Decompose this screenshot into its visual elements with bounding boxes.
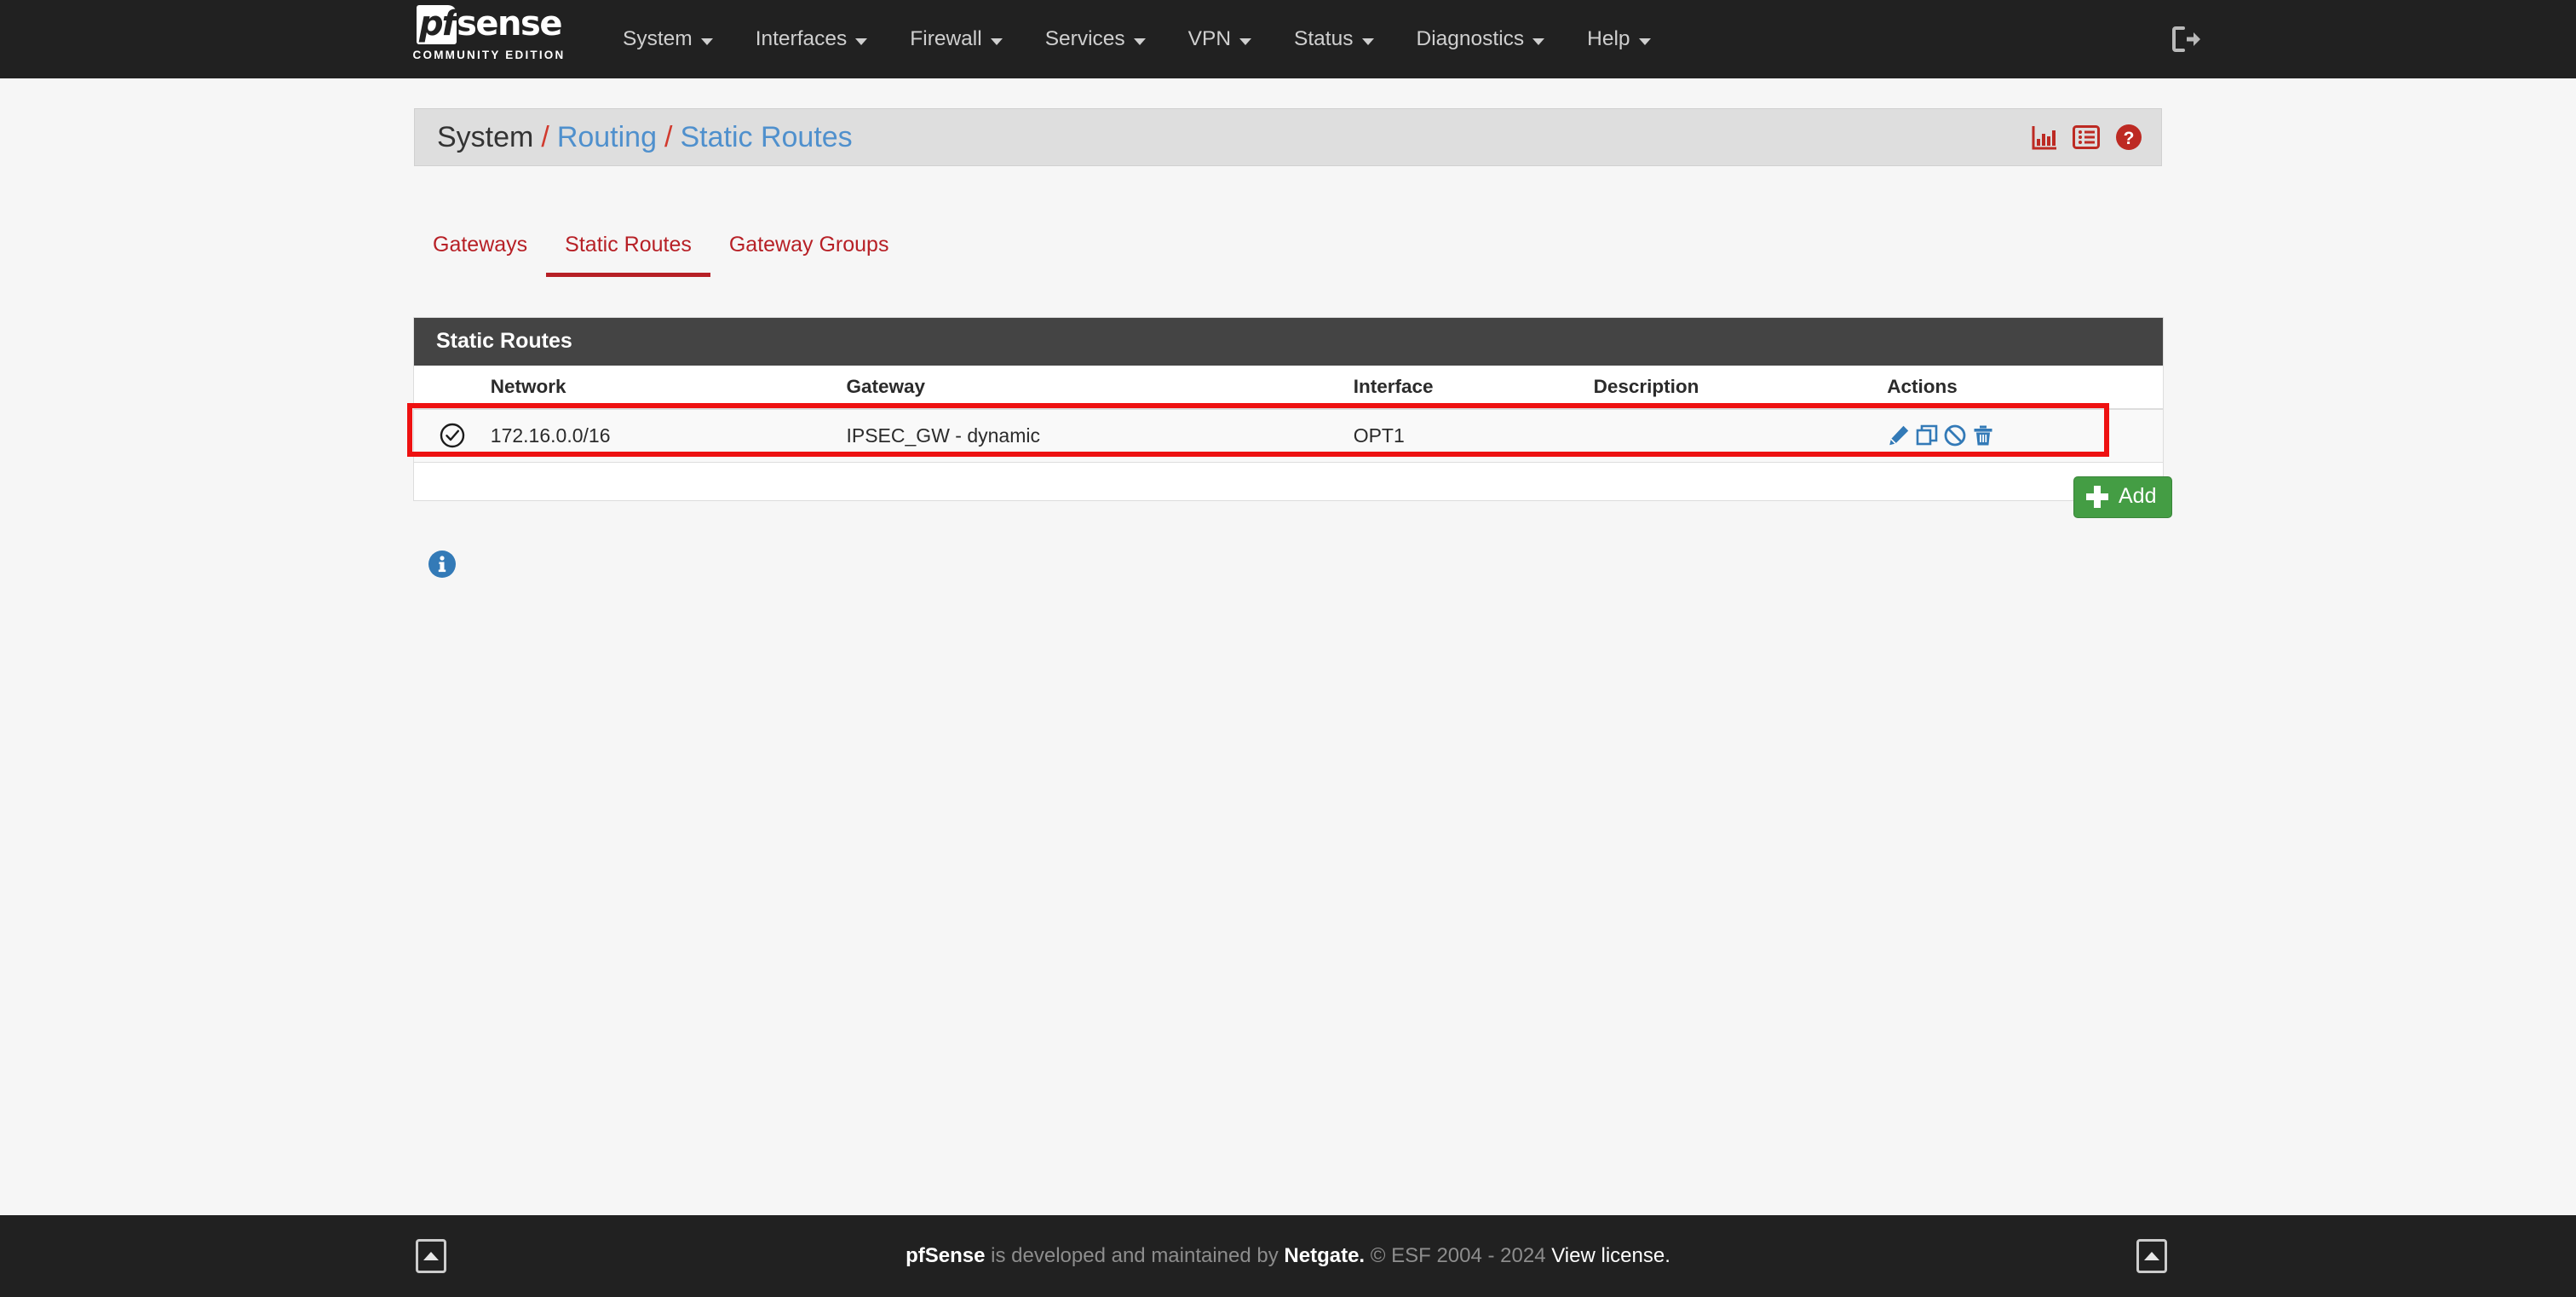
chevron-down-icon [855,38,867,45]
delete-route-icon[interactable] [1971,424,1995,447]
logout-button[interactable] [2172,0,2201,78]
breadcrumb-action-icons: ? [2032,124,2142,151]
top-navbar: pf sense COMMUNITY EDITION System Interf… [0,0,2576,78]
copy-route-icon[interactable] [1915,424,1939,447]
route-gateway-cell: IPSEC_GW - dynamic [846,409,1353,463]
route-network-cell: 172.16.0.0/16 [491,409,847,463]
footer-text: pfSense is developed and maintained by N… [906,1244,1670,1268]
breadcrumb-root: System [437,121,533,154]
footer-middle-text: is developed and maintained by [986,1244,1285,1267]
add-button-label: Add [2119,484,2156,509]
brand-logo-mark: pf sense [417,5,561,46]
chevron-down-icon [1532,38,1544,45]
scroll-top-right-button[interactable] [2136,1239,2167,1273]
nav-item-status[interactable]: Status [1273,0,1394,78]
breadcrumb-separator: / [664,121,672,154]
scroll-top-icon [2144,1252,2159,1260]
static-routes-panel: Static Routes Network Gateway Interface … [413,317,2164,501]
svg-text:?: ? [2124,129,2135,148]
breadcrumb-separator: / [541,121,549,154]
breadcrumb: System / Routing / Static Routes [437,121,853,154]
nav-item-services[interactable]: Services [1024,0,1167,78]
column-header-interface: Interface [1354,366,1594,409]
nav-item-label: System [623,27,693,51]
scroll-top-left-button[interactable] [416,1239,446,1273]
page-footer: pfSense is developed and maintained by N… [0,1215,2576,1297]
info-circle-icon [428,550,457,579]
tab-bar: Gateways Static Routes Gateway Groups [414,217,907,277]
list-table-icon[interactable] [2073,124,2100,150]
column-header-spacer [2109,366,2163,409]
panel-title: Static Routes [414,318,2163,366]
chevron-down-icon [701,38,713,45]
tab-label: Gateway Groups [729,233,889,257]
breadcrumb-link-routing[interactable]: Routing [557,121,657,154]
table-header-row: Network Gateway Interface Description Ac… [414,366,2163,409]
check-circle-icon [440,423,465,445]
panel-footer [414,463,2163,500]
route-state-cell [414,409,491,463]
nav-item-diagnostics[interactable]: Diagnostics [1395,0,1567,78]
table-row[interactable]: 172.16.0.0/16 IPSEC_GW - dynamic OPT1 [414,409,2163,463]
disable-route-icon[interactable] [1943,424,1967,447]
nav-item-label: Status [1294,27,1353,51]
route-actions-cell [1887,409,2109,463]
tab-label: Gateways [433,233,527,257]
navbar-menu: System Interfaces Firewall Services VPN … [601,0,1672,78]
column-header-state [414,366,491,409]
chevron-down-icon [991,38,1003,45]
route-spacer-cell [2109,409,2163,463]
tab-label: Static Routes [565,233,692,257]
nav-item-help[interactable]: Help [1566,0,1671,78]
route-interface-cell: OPT1 [1354,409,1594,463]
nav-item-label: VPN [1188,27,1231,51]
chevron-down-icon [1134,38,1146,45]
info-note[interactable] [428,550,457,579]
nav-item-interfaces[interactable]: Interfaces [734,0,889,78]
footer-copyright: © ESF 2004 - 2024 [1365,1244,1551,1267]
nav-item-label: Diagnostics [1417,27,1525,51]
nav-item-label: Services [1045,27,1125,51]
nav-item-vpn[interactable]: VPN [1167,0,1273,78]
tab-gateways[interactable]: Gateways [414,233,546,277]
breadcrumb-link-static-routes[interactable]: Static Routes [680,121,852,154]
stats-chart-icon[interactable] [2032,124,2057,150]
nav-item-system[interactable]: System [601,0,734,78]
tab-gateway-groups[interactable]: Gateway Groups [710,233,908,277]
edit-route-icon[interactable] [1887,424,1911,447]
pfsense-logo[interactable]: pf sense COMMUNITY EDITION [404,5,574,61]
chevron-down-icon [1639,38,1651,45]
nav-item-label: Help [1587,27,1630,51]
brand-sense-word: sense [457,7,561,41]
brand-subtitle: COMMUNITY EDITION [413,49,566,61]
route-description-cell [1594,409,1888,463]
tab-static-routes[interactable]: Static Routes [546,233,710,277]
add-button[interactable]: Add [2073,476,2172,518]
plus-icon [2086,486,2108,508]
brand-pf-mark: pf [417,5,457,44]
footer-license-link[interactable]: View license. [1551,1244,1670,1267]
column-header-description: Description [1594,366,1888,409]
footer-company: Netgate. [1284,1244,1365,1267]
nav-item-firewall[interactable]: Firewall [888,0,1023,78]
column-header-gateway: Gateway [846,366,1353,409]
nav-item-label: Firewall [910,27,981,51]
breadcrumb-bar: System / Routing / Static Routes [414,108,2162,166]
help-circle-icon[interactable]: ? [2115,124,2142,151]
sign-out-icon [2172,26,2201,52]
pfsense-page: pf sense COMMUNITY EDITION System Interf… [0,0,2576,1297]
scroll-top-icon [423,1252,439,1260]
static-routes-table: Network Gateway Interface Description Ac… [414,366,2163,463]
footer-brand: pfSense [906,1244,985,1267]
chevron-down-icon [1362,38,1374,45]
column-header-actions: Actions [1887,366,2109,409]
column-header-network: Network [491,366,847,409]
nav-item-label: Interfaces [756,27,848,51]
chevron-down-icon [1239,38,1251,45]
